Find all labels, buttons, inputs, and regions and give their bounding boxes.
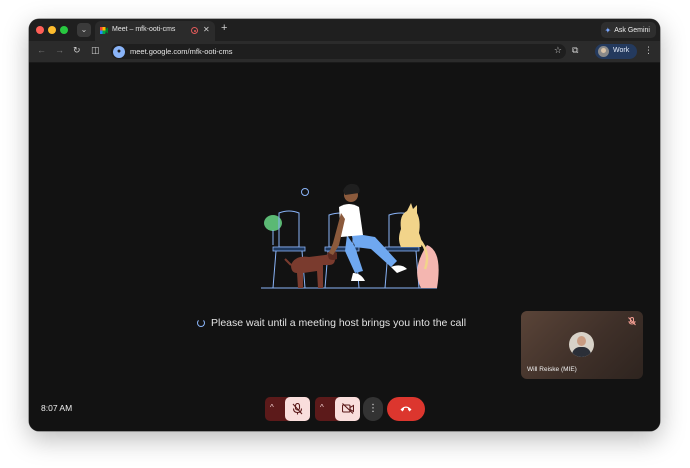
record-indicator-icon	[191, 27, 198, 34]
window-close-button[interactable]	[36, 26, 44, 34]
gemini-icon: ✦	[604, 25, 612, 35]
ask-gemini-label: Ask Gemini	[614, 26, 650, 34]
self-name-label: Will Reiske (MIE)	[527, 366, 577, 373]
google-meet-icon	[100, 27, 108, 34]
wait-message: Please wait until a meeting host brings …	[211, 317, 467, 329]
window-maximize-button[interactable]	[60, 26, 68, 34]
tab-close-button[interactable]: ✕	[203, 25, 210, 34]
browser-toolbar: ← → ↻ ◫ ● meet.google.com/mfk-ooti-cms ☆…	[29, 41, 660, 63]
avatar	[598, 46, 609, 57]
leave-call-button[interactable]	[387, 397, 425, 421]
back-button[interactable]: ←	[37, 45, 46, 55]
mic-toggle-button[interactable]	[285, 397, 310, 421]
extensions-icon[interactable]: ⧉	[572, 45, 578, 56]
tab-meet[interactable]: Meet – mfk-ooti-cms ✕	[95, 21, 215, 41]
browser-menu-button[interactable]: ⋮	[644, 45, 653, 56]
reading-mode-button[interactable]: ◫	[91, 45, 100, 56]
tab-strip: ⌄ Meet – mfk-ooti-cms ✕ + ✦ Ask Gemini	[29, 19, 660, 41]
reload-button[interactable]: ↻	[73, 45, 81, 56]
camera-control-group: ^	[315, 397, 360, 421]
url-text[interactable]: meet.google.com/mfk-ooti-cms	[130, 47, 233, 56]
mic-off-icon	[292, 403, 303, 415]
more-options-button[interactable]: ⋮	[363, 397, 383, 421]
mic-off-icon	[628, 317, 636, 326]
tab-title: Meet – mfk-ooti-cms	[112, 26, 176, 33]
mic-control-group: ^	[265, 397, 310, 421]
waiting-illustration	[261, 183, 439, 289]
camera-toggle-button[interactable]	[335, 397, 360, 421]
camera-off-icon	[342, 403, 354, 414]
loading-spinner-icon	[197, 319, 205, 327]
ask-gemini-button[interactable]: ✦ Ask Gemini	[600, 22, 656, 38]
self-view-tile[interactable]: Will Reiske (MIE)	[521, 311, 643, 379]
browser-window: ⌄ Meet – mfk-ooti-cms ✕ + ✦ Ask Gemini ←…	[29, 19, 660, 431]
meeting-clock: 8:07 AM	[41, 403, 73, 413]
new-tab-button[interactable]: +	[221, 22, 227, 34]
address-bar[interactable]: ● meet.google.com/mfk-ooti-cms ☆	[111, 44, 566, 59]
hang-up-icon	[400, 406, 412, 412]
tab-search-button[interactable]: ⌄	[77, 23, 91, 37]
camera-options-button[interactable]: ^	[320, 403, 324, 412]
wait-message-row: Please wait until a meeting host brings …	[197, 317, 466, 329]
meet-waiting-room: Please wait until a meeting host brings …	[29, 63, 660, 431]
mic-options-button[interactable]: ^	[270, 403, 274, 412]
avatar	[569, 332, 594, 357]
window-minimize-button[interactable]	[48, 26, 56, 34]
profile-label: Work	[613, 47, 630, 54]
forward-button[interactable]: →	[55, 45, 64, 55]
bookmark-star-icon[interactable]: ☆	[554, 45, 562, 56]
profile-button[interactable]: Work	[595, 44, 637, 59]
site-info-icon[interactable]: ●	[113, 45, 125, 58]
